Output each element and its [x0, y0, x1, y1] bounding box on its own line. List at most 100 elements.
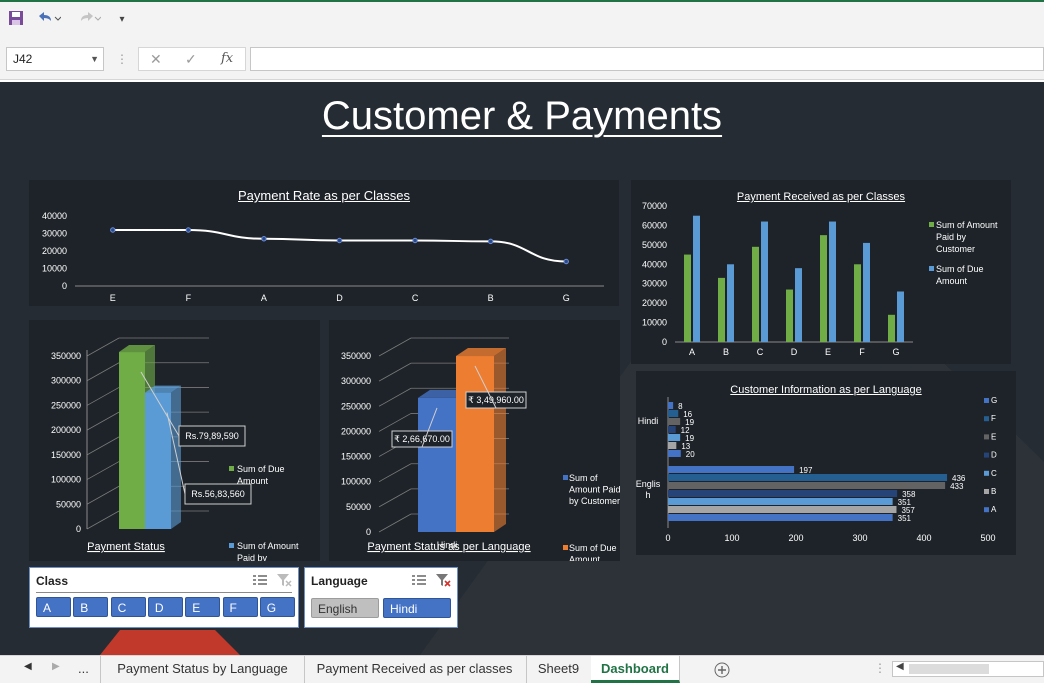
- multi-select-icon[interactable]: [411, 573, 427, 587]
- column-chart-3d: 350000 300000 250000 200000 150000 100000 5000…: [341, 337, 620, 562]
- legend-swatch: [984, 470, 989, 476]
- scroll-thumb[interactable]: [909, 664, 989, 674]
- sheet-tab[interactable]: Payment Received as per classes: [303, 656, 527, 683]
- add-sheet-icon[interactable]: [714, 662, 730, 678]
- chart-payment-status-language[interactable]: 350000 300000 250000 200000 150000 100000 5000…: [329, 320, 620, 561]
- x-tick-label: G: [563, 293, 570, 303]
- column-chart: 70000 60000 50000 40000 30000 20000 10000 0 A B C D…: [642, 201, 998, 357]
- legend-label: Amount: [569, 555, 601, 562]
- chart-payment-received-classes[interactable]: Payment Received as per Classes 70000 600…: [631, 180, 1011, 364]
- slicer-item[interactable]: E: [185, 597, 221, 617]
- slicer-item[interactable]: A: [36, 597, 71, 617]
- legend-swatch: [229, 466, 234, 471]
- legend-label: Amount: [936, 276, 968, 286]
- sheet-tab[interactable]: Payment Status by Language: [100, 656, 305, 683]
- slicer-title: Language: [311, 574, 368, 588]
- bar: [668, 506, 897, 513]
- bar: [119, 352, 145, 529]
- legend-swatch: [984, 434, 989, 440]
- formula-input[interactable]: [250, 47, 1044, 71]
- data-point: [487, 238, 494, 245]
- chart-payment-status[interactable]: 350000 300000 250000 200000 150000 100000 5000…: [29, 320, 320, 561]
- more-sheets[interactable]: ...: [78, 661, 89, 676]
- multi-select-icon[interactable]: [252, 573, 268, 587]
- customize-icon[interactable]: ▾: [114, 10, 130, 30]
- y-tick-label: 70000: [642, 201, 667, 211]
- scroll-left-icon[interactable]: ◀: [896, 661, 904, 672]
- clear-filter-icon[interactable]: [276, 573, 292, 587]
- gridline: [86, 436, 120, 456]
- bar: [668, 466, 795, 473]
- formula-buttons: ✕ ✓ fx: [138, 47, 246, 71]
- x-tick-label: G: [892, 347, 899, 357]
- legend-swatch: [229, 543, 234, 548]
- clear-filter-icon[interactable]: [435, 573, 451, 587]
- bar: [668, 482, 946, 489]
- y-tick-label: 30000: [42, 229, 67, 239]
- slicer-item[interactable]: B: [73, 597, 109, 617]
- chevron-down-icon[interactable]: ▼: [90, 48, 99, 70]
- x-tick-label: D: [336, 293, 343, 303]
- x-tick-label: A: [261, 293, 267, 303]
- y-tick-label: Englis: [636, 479, 661, 489]
- undo-icon[interactable]: [34, 10, 62, 30]
- slicer-item[interactable]: C: [110, 597, 146, 617]
- y-tick-label: 40000: [642, 259, 667, 269]
- legend-swatch: [984, 416, 989, 422]
- x-tick-label: 300: [852, 533, 867, 543]
- slicer-item[interactable]: G: [259, 597, 295, 617]
- bar: [668, 450, 681, 457]
- bar: [888, 314, 895, 342]
- x-tick-label: B: [723, 347, 729, 357]
- y-tick-label: 350000: [51, 351, 81, 361]
- chart-payment-rate[interactable]: Payment Rate as per Classes 40000 30000 20…: [29, 180, 619, 306]
- gridline: [378, 337, 412, 357]
- bar: [854, 264, 861, 342]
- scroll-right-icon[interactable]: ▶: [52, 661, 60, 672]
- y-tick-label: 150000: [341, 452, 371, 462]
- slicer-item[interactable]: D: [147, 597, 183, 617]
- slicer-item[interactable]: Hindi: [383, 598, 451, 618]
- chart-customer-info-language[interactable]: Customer Information as per Language 0 10…: [636, 371, 1016, 555]
- legend-label: G: [991, 396, 997, 405]
- insert-function-icon[interactable]: fx: [221, 51, 233, 66]
- y-tick-label: h: [645, 490, 650, 500]
- enter-icon[interactable]: ✓: [185, 51, 197, 68]
- x-tick-label: D: [791, 347, 798, 357]
- x-tick-label: 100: [724, 533, 739, 543]
- legend-swatch: [929, 266, 934, 271]
- legend-label: B: [991, 487, 996, 496]
- column-chart-3d: 350000 300000 250000 200000 150000 100000 5000…: [51, 337, 299, 561]
- cancel-icon[interactable]: ✕: [150, 51, 162, 68]
- dashboard-canvas: Customer & Payments Payment Rate as per …: [0, 82, 1044, 655]
- sheet-tab[interactable]: Sheet9: [526, 656, 592, 683]
- y-tick-label: 100000: [51, 475, 81, 485]
- chart-title: Payment Status: [87, 541, 165, 553]
- bar-side: [494, 348, 506, 532]
- sheet-tab-active[interactable]: Dashboard: [591, 656, 680, 683]
- redo-icon[interactable]: [74, 10, 102, 30]
- gridline: [86, 362, 120, 382]
- bar-side: [171, 385, 181, 529]
- name-box[interactable]: J42 ▼: [6, 47, 104, 71]
- y-tick-label: 10000: [642, 318, 667, 328]
- legend-label: E: [991, 432, 996, 441]
- y-tick-label: 350000: [341, 351, 371, 361]
- formula-bar: J42 ▼ ⋮ ✕ ✓ fx: [0, 42, 1044, 80]
- scroll-left-icon[interactable]: ◀: [24, 661, 32, 672]
- bar: [820, 235, 827, 342]
- horizontal-scrollbar[interactable]: ◀: [892, 661, 1044, 677]
- name-box-value: J42: [13, 52, 33, 66]
- slicer-item[interactable]: English: [311, 598, 379, 618]
- bar: [863, 242, 870, 342]
- bar: [668, 434, 681, 441]
- save-icon[interactable]: [6, 10, 26, 30]
- legend-label: Amount: [237, 476, 269, 486]
- quick-access-toolbar: ▾: [0, 0, 1044, 42]
- slicer-item[interactable]: F: [222, 597, 258, 617]
- bar: [668, 402, 674, 409]
- gridline: [378, 362, 412, 382]
- legend-swatch: [929, 222, 934, 227]
- y-tick-label: 250000: [341, 401, 371, 411]
- bar: [668, 490, 898, 497]
